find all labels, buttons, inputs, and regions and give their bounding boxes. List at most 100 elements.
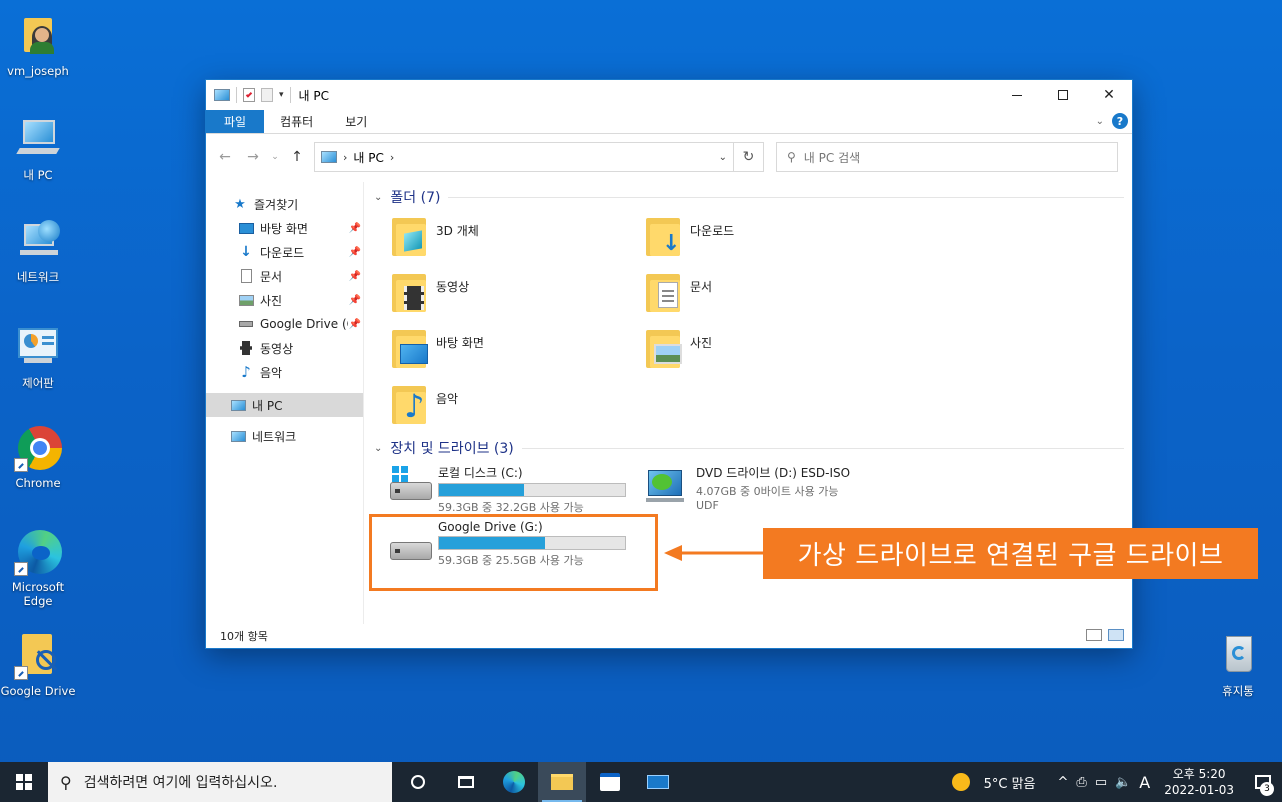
forward-button[interactable]: → [242,146,264,168]
cortana-button[interactable] [394,762,442,802]
new-folder-icon[interactable] [261,88,273,102]
computer-icon [14,116,62,164]
folder-item[interactable]: 문서 [644,270,712,314]
folder-item[interactable]: 3D 개체 [390,214,479,258]
breadcrumb-chevron-icon[interactable]: › [390,151,394,164]
properties-icon[interactable] [243,88,255,102]
computer-icon [230,397,246,413]
desktop-icon-label: 네트워크 [16,270,60,284]
action-center-button[interactable]: 3 [1244,762,1282,802]
clock[interactable]: 오후 5:20 2022-01-03 [1154,766,1244,798]
nav-google-drive[interactable]: Google Drive (G 📌 [206,312,363,336]
back-button[interactable]: ← [214,146,236,168]
drive-item-c[interactable]: 로컬 디스크 (C:) 59.3GB 중 32.2GB 사용 가능 [386,464,626,515]
taskbar-edge-button[interactable] [490,762,538,802]
videos-folder-icon [390,270,428,314]
desktop-icon-recycle-bin[interactable]: 휴지통 [1200,632,1276,698]
nav-downloads[interactable]: ↓ 다운로드 📌 [206,240,363,264]
maximize-button[interactable] [1040,80,1086,110]
search-input[interactable]: ⚲ 내 PC 검색 [776,142,1118,172]
taskbar-file-explorer-button[interactable] [538,762,586,802]
taskbar-mail-button[interactable] [634,762,682,802]
breadcrumb-chevron-icon[interactable]: › [343,151,347,164]
folder-item[interactable]: 동영상 [390,270,469,314]
nav-label: 다운로드 [260,245,305,260]
volume-icon[interactable]: 🔈 [1111,775,1135,790]
folder-item[interactable]: 사진 [644,326,712,370]
drive-filesystem: UDF [696,499,719,512]
nav-pictures[interactable]: 사진 📌 [206,288,363,312]
this-pc-small-icon [214,89,230,101]
tab-computer[interactable]: 컴퓨터 [264,110,329,133]
desktop-icon-this-pc[interactable]: 내 PC [0,116,76,182]
nav-label: 바탕 화면 [260,221,308,236]
task-view-button[interactable] [442,762,490,802]
up-arrow-icon: ↑ [291,149,303,165]
title-bar[interactable]: ▾ 내 PC ✕ [206,80,1132,110]
expand-ribbon-icon[interactable]: ⌄ [1096,116,1104,127]
system-tray: 5°C 맑음 ^ ⎙ ▭ 🔈 A 오후 5:20 2022-01-03 3 [951,762,1282,802]
address-bar[interactable]: › 내 PC › ⌄ [314,142,734,172]
weather-text[interactable]: 5°C 맑음 [980,773,1040,792]
nav-network[interactable]: 네트워크 [206,424,363,448]
desktop-icon-edge[interactable]: Microsoft Edge [0,528,76,608]
nav-videos[interactable]: 동영상 [206,336,363,360]
tab-file[interactable]: 파일 [206,110,265,133]
annotation-arrow-icon [664,545,764,561]
customize-dropdown-icon[interactable]: ▾ [279,90,284,100]
recent-locations-button[interactable]: ⌄ [270,146,280,168]
details-view-button[interactable] [1086,629,1102,641]
tray-app-icon[interactable]: ⎙ [1072,775,1090,790]
refresh-button[interactable]: ↻ [734,142,764,172]
ribbon-tabs: 파일 컴퓨터 보기 ⌄ ? [206,110,1132,134]
taskbar: ⚲ 검색하려면 여기에 입력하십시오. 5°C 맑음 ^ ⎙ ▭ 🔈 A 오후 … [0,762,1282,802]
help-icon[interactable]: ? [1112,113,1128,129]
network-status-icon[interactable]: ▭ [1091,775,1111,790]
start-button[interactable] [0,762,48,802]
desktop-icon-chrome[interactable]: Chrome [0,424,76,490]
pin-icon: 📌 [348,294,361,306]
taskbar-search-box[interactable]: ⚲ 검색하려면 여기에 입력하십시오. [48,762,392,802]
tab-view[interactable]: 보기 [329,110,383,133]
folder-icon [551,774,573,790]
folder-name: 사진 [690,336,713,350]
minimize-icon [1012,94,1022,96]
desktop-icon-control-panel[interactable]: 제어판 [0,324,76,390]
folder-item[interactable]: 바탕 화면 [390,326,484,370]
up-button[interactable]: ↑ [286,146,308,168]
folders-group-header[interactable]: ⌄ 폴더 (7) [366,185,1124,209]
shortcut-arrow-icon [14,458,28,472]
breadcrumb-this-pc[interactable]: 내 PC [353,149,383,166]
desktop-icon-network[interactable]: 네트워크 [0,218,76,284]
taskbar-store-button[interactable] [586,762,634,802]
close-button[interactable]: ✕ [1086,80,1132,110]
minimize-button[interactable] [994,80,1040,110]
forward-arrow-icon: → [247,149,259,165]
weather-sun-icon[interactable] [951,773,970,791]
desktop-icon-user[interactable]: vm_joseph [0,12,76,78]
nav-music[interactable]: ♪ 음악 [206,360,363,384]
nav-this-pc[interactable]: 내 PC [206,393,363,417]
nav-desktop[interactable]: 바탕 화면 📌 [206,216,363,240]
desktop-icon-label: 내 PC [23,168,53,182]
large-icons-view-button[interactable] [1108,629,1124,641]
nav-label: 문서 [260,269,283,284]
desktop-icon-label: Microsoft Edge [11,580,65,608]
this-pc-small-icon [321,151,337,163]
collapse-chevron-icon: ⌄ [374,442,383,454]
folder-item[interactable]: ↓ 다운로드 [644,214,734,258]
desktop-icon-label: 제어판 [22,376,54,390]
nav-label: 내 PC [252,398,283,413]
control-panel-icon [14,324,62,372]
folder-item[interactable]: ♪ 음악 [390,382,458,426]
desktop-icon-google-drive[interactable]: Google Drive [0,632,76,698]
input-method-indicator[interactable]: A [1135,773,1154,792]
nav-quick-access[interactable]: ★ 즐겨찾기 [206,192,363,216]
navigation-pane: ★ 즐겨찾기 바탕 화면 📌 ↓ 다운로드 📌 문서 📌 사진 📌 Google… [206,182,364,624]
windows-logo-icon [16,774,32,790]
drives-group-header[interactable]: ⌄ 장치 및 드라이브 (3) [366,436,1124,460]
show-hidden-icons-chevron-icon[interactable]: ^ [1054,775,1073,790]
address-history-dropdown-icon[interactable]: ⌄ [719,152,727,163]
nav-documents[interactable]: 문서 📌 [206,264,363,288]
drive-item-d[interactable]: DVD 드라이브 (D:) ESD-ISO 4.07GB 중 0바이트 사용 가… [644,464,850,512]
